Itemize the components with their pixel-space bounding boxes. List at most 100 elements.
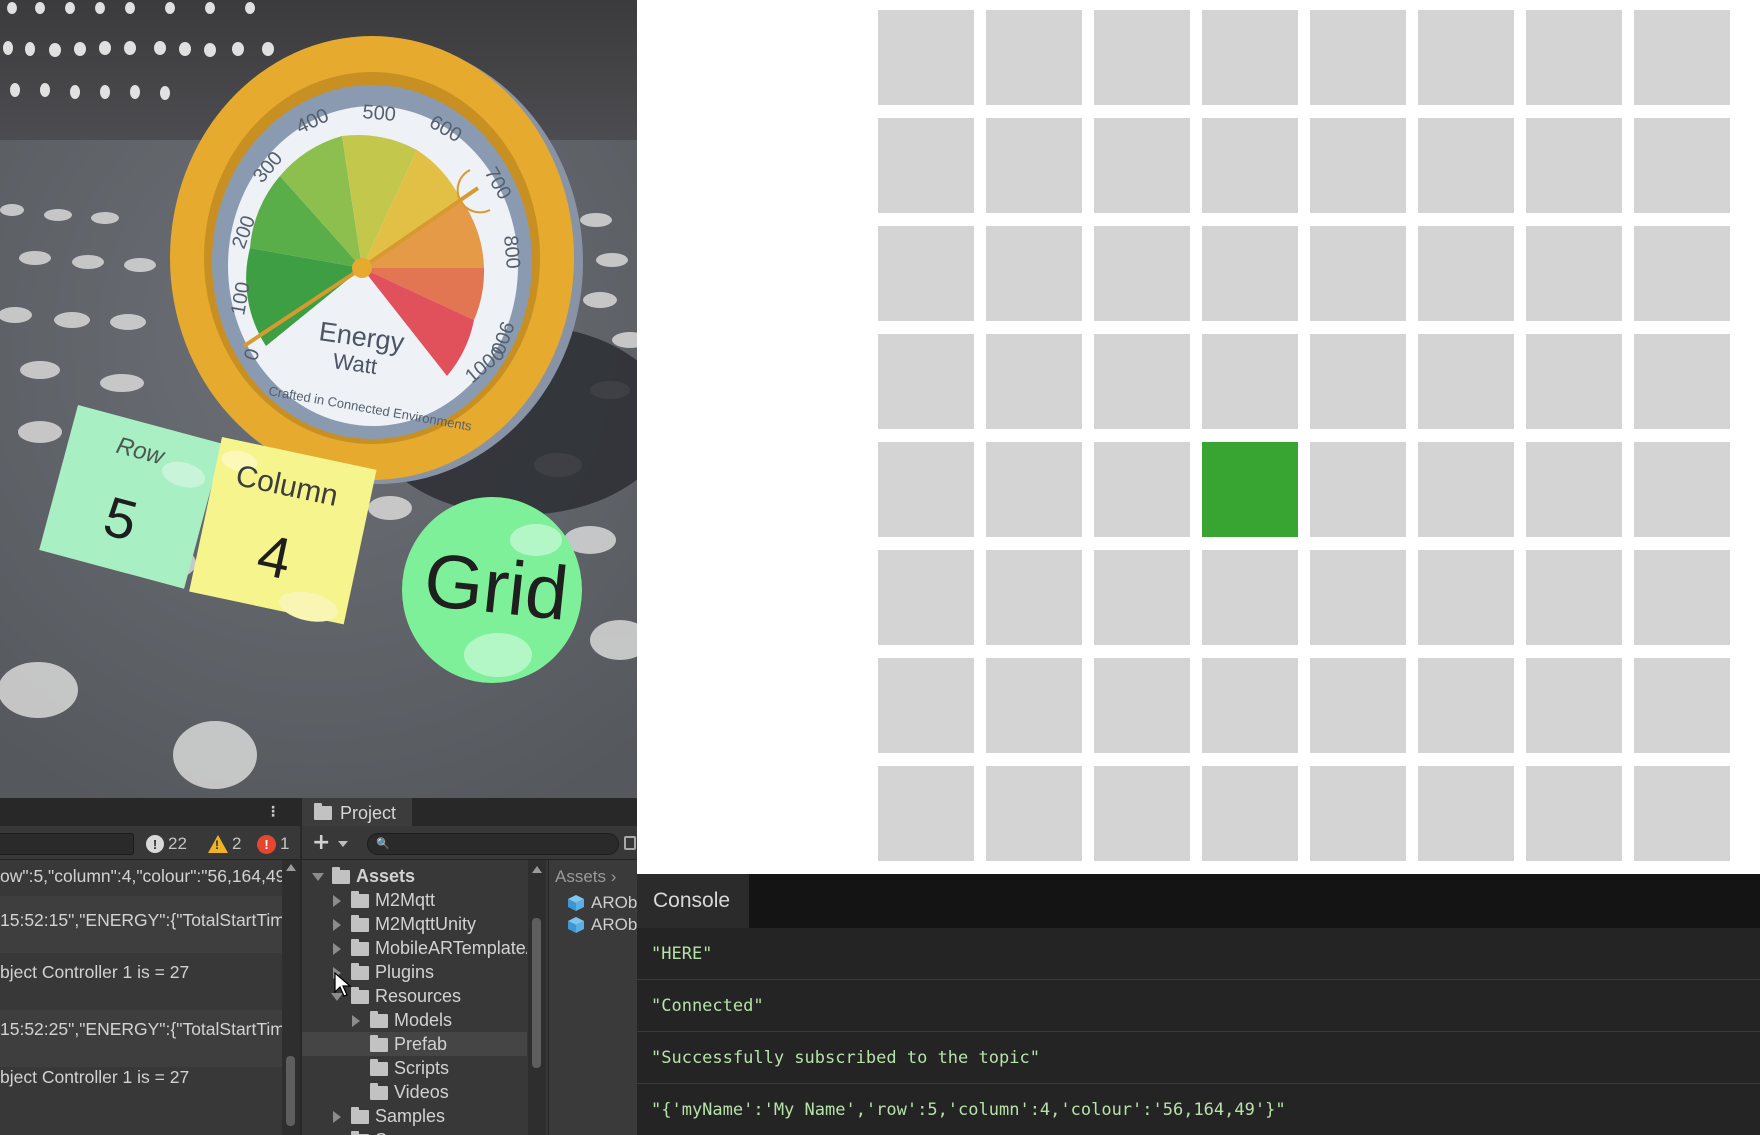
grid-cell	[986, 10, 1082, 105]
grid-cell	[1094, 550, 1190, 645]
console-scroll-thumb[interactable]	[286, 1056, 295, 1126]
grid-cell	[1310, 442, 1406, 537]
tab-project-label: Project	[340, 802, 397, 823]
prefab-cube-icon	[568, 895, 584, 911]
tree-item-mobileartemplateassets[interactable]: MobileARTemplateAssets	[302, 936, 527, 960]
tree-scrollbar[interactable]	[528, 860, 546, 1135]
warning-count-toggle[interactable]: ! 2	[208, 833, 241, 855]
chevron-right-icon: ›	[610, 867, 617, 886]
tree-item-label: Prefab	[394, 1034, 448, 1054]
tree-item-m2mqtt[interactable]: M2Mqtt	[302, 888, 527, 912]
tree-item-scripts[interactable]: Scripts	[302, 1056, 527, 1080]
search-icon: 🔍	[376, 837, 390, 850]
tree-item-label: Scripts	[394, 1058, 450, 1078]
mouse-cursor-icon	[334, 972, 352, 997]
info-count-toggle[interactable]: ! 22	[146, 833, 187, 855]
log-entry[interactable]: bject Controller 1 is = 27	[0, 953, 282, 1010]
grid-cell	[986, 442, 1082, 537]
console-search-input[interactable]	[0, 833, 134, 855]
error-count-toggle[interactable]: ! 1	[257, 833, 289, 855]
project-search-input[interactable]: 🔍	[367, 833, 619, 855]
scroll-up-icon[interactable]	[286, 864, 296, 871]
asset-item-label: ARObject	[591, 915, 637, 934]
chevron-right-icon[interactable]	[333, 895, 341, 907]
grid-cell	[1202, 334, 1298, 429]
project-toolbar: + 🔍	[302, 826, 637, 860]
grid-cell	[1418, 118, 1514, 213]
grid-cell	[1418, 658, 1514, 753]
asset-item[interactable]: ARObject	[567, 892, 637, 914]
unity-console-toolbar: ! 22 ! 2 ! 1	[0, 826, 300, 860]
log-entry-text: 15:52:15","ENERGY":{"TotalStartTime	[0, 910, 282, 930]
folder-icon	[314, 803, 332, 820]
grid-cell	[1094, 334, 1190, 429]
unity-console-header: ⋮	[0, 798, 300, 826]
grid-board	[878, 10, 1730, 861]
grid-cell	[1418, 442, 1514, 537]
grid-cell	[1634, 226, 1730, 321]
chevron-down-icon[interactable]	[338, 841, 348, 847]
grid-button[interactable]: Grid	[402, 497, 582, 683]
tree-item-videos[interactable]: Videos	[302, 1080, 527, 1104]
error-icon: !	[257, 834, 276, 854]
tree-item-models[interactable]: Models	[302, 1008, 527, 1032]
chevron-right-icon[interactable]	[333, 919, 341, 931]
lock-icon[interactable]	[624, 836, 636, 850]
grid-cell	[1310, 118, 1406, 213]
grid-cell	[1526, 550, 1622, 645]
unity-console-log-list[interactable]: ow":5,"column":4,"colour":"56,164,49"} 1…	[0, 860, 282, 1135]
chevron-right-icon[interactable]	[352, 1015, 360, 1027]
chevron-right-icon[interactable]	[333, 1111, 341, 1123]
grid-cell	[1094, 118, 1190, 213]
scroll-up-icon[interactable]	[532, 866, 542, 873]
grid-cell	[986, 658, 1082, 753]
grid-cell	[1094, 442, 1190, 537]
tree-item-scenes[interactable]: Scenes	[302, 1128, 527, 1135]
unity-scene-view[interactable]: 0 100 200 300 400 500 600 700 800 900 10…	[0, 0, 637, 798]
tree-item-assets[interactable]: Assets	[302, 864, 527, 888]
log-entry[interactable]: bject Controller 1 is = 27	[0, 1067, 282, 1124]
tab-console[interactable]: Console	[637, 874, 749, 928]
info-count: 22	[168, 834, 187, 853]
grid-cell	[1310, 658, 1406, 753]
assets-breadcrumb[interactable]: Assets ›	[555, 867, 616, 887]
screen-root: 0 100 200 300 400 500 600 700 800 900 10…	[0, 0, 1760, 1135]
grid-cell	[878, 10, 974, 105]
log-entry[interactable]: 15:52:15","ENERGY":{"TotalStartTime	[0, 896, 282, 953]
gauge-needle-hub	[352, 258, 372, 278]
asset-item[interactable]: ARObject	[567, 914, 637, 936]
console-message: "Connected"	[637, 980, 1760, 1032]
grid-cell	[1634, 334, 1730, 429]
grid-cell	[1310, 226, 1406, 321]
tree-item-m2mqttunity[interactable]: M2MqttUnity	[302, 912, 527, 936]
tree-item-label: Scenes	[375, 1128, 435, 1135]
tree-item-label: Assets	[356, 866, 416, 886]
grid-cell	[1634, 766, 1730, 861]
tree-item-prefab[interactable]: Prefab	[302, 1032, 527, 1056]
grid-cell	[1418, 550, 1514, 645]
chevron-right-icon[interactable]	[333, 943, 341, 955]
console-scrollbar[interactable]	[282, 860, 300, 1135]
add-asset-button[interactable]: +	[312, 832, 330, 854]
folder-icon	[351, 939, 369, 956]
log-entry-text: 15:52:25","ENERGY":{"TotalStartTime	[0, 1019, 282, 1039]
grid-cell	[1634, 658, 1730, 753]
asset-item-label: ARObject	[591, 893, 637, 912]
chevron-down-icon[interactable]	[312, 873, 324, 881]
tree-item-label: M2Mqtt	[375, 890, 436, 910]
tree-scroll-thumb[interactable]	[532, 918, 541, 1068]
grid-cell	[1526, 226, 1622, 321]
tree-item-samples[interactable]: Samples	[302, 1104, 527, 1128]
grid-cell	[1202, 226, 1298, 321]
warning-icon: !	[208, 835, 228, 853]
tab-project[interactable]: Project	[302, 798, 412, 828]
grid-cell	[878, 442, 974, 537]
info-icon: !	[146, 835, 164, 853]
gauge-tick-500: 500	[362, 101, 397, 126]
grid-cell	[1094, 766, 1190, 861]
grid-cell	[1526, 442, 1622, 537]
more-options-icon[interactable]: ⋮	[266, 804, 280, 820]
grid-cell	[1094, 226, 1190, 321]
log-entry[interactable]: 15:52:25","ENERGY":{"TotalStartTime	[0, 1010, 282, 1067]
folder-icon	[370, 1059, 388, 1076]
